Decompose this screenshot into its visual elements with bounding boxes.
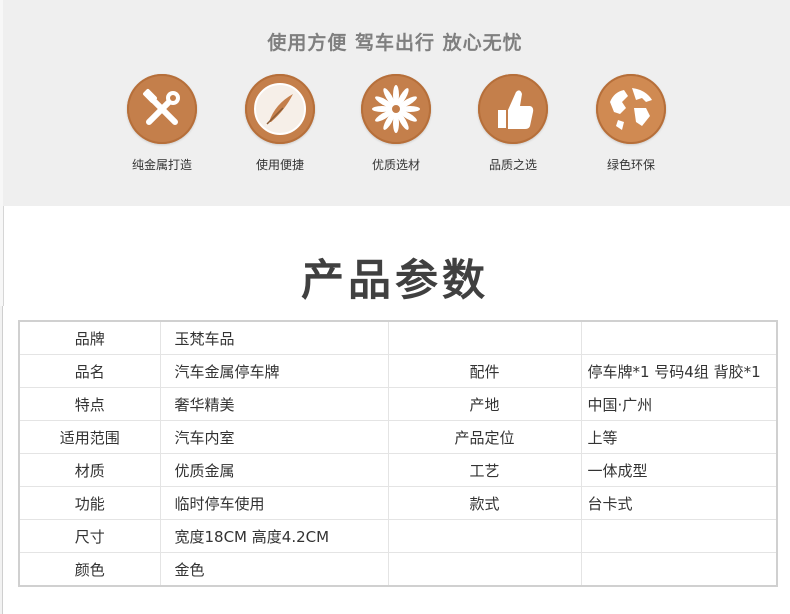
tools-icon [127, 74, 197, 144]
param-label-2: 款式 [387, 486, 582, 520]
table-row: 功能 临时停车使用 款式 台卡式 [18, 486, 778, 520]
param-label-2 [387, 320, 582, 355]
section-title: 产品参数 [301, 256, 489, 306]
feature-quality: 品质之选 [458, 74, 568, 173]
param-label: 材质 [18, 453, 161, 487]
param-value-2 [580, 552, 778, 587]
param-value-2: 中国·广州 [580, 387, 778, 421]
table-row: 尺寸 宽度18CM 高度4.2CM [18, 519, 778, 553]
globe-icon [596, 74, 666, 144]
feature-label-metal: 纯金属打造 [131, 158, 192, 172]
param-label-2 [387, 519, 582, 553]
param-value: 宽度18CM 高度4.2CM [159, 519, 389, 553]
table-row: 特点 奢华精美 产地 中国·广州 [18, 387, 778, 421]
table-row: 品名 汽车金属停车牌 配件 停车牌*1 号码4组 背胶*1 [18, 354, 778, 388]
param-label: 品名 [18, 354, 161, 388]
table-row: 品牌 玉梵车品 [18, 320, 778, 355]
param-label: 颜色 [18, 552, 161, 587]
param-label-2: 产品定位 [387, 420, 582, 454]
table-row: 适用范围 汽车内室 产品定位 上等 [18, 420, 778, 454]
feature-label-eco: 绿色环保 [606, 158, 655, 172]
param-label: 特点 [18, 387, 161, 421]
param-value-2 [580, 320, 778, 355]
param-value-2: 一体成型 [580, 453, 778, 487]
flower-icon [361, 74, 431, 144]
param-value: 奢华精美 [159, 387, 389, 421]
param-value-2: 停车牌*1 号码4组 背胶*1 [580, 354, 778, 388]
param-label: 尺寸 [18, 519, 161, 553]
param-value: 汽车金属停车牌 [159, 354, 389, 388]
param-value: 汽车内室 [159, 420, 389, 454]
thumbs-up-icon [478, 74, 548, 144]
feature-material: 优质选材 [341, 74, 451, 173]
param-label-2: 工艺 [387, 453, 582, 487]
param-label-2 [387, 552, 582, 587]
param-value: 优质金属 [159, 453, 389, 487]
product-parameter-table: 品牌 玉梵车品 品名 汽车金属停车牌 配件 停车牌*1 号码4组 背胶*1 特点 奢华精美 产地… [18, 320, 778, 587]
param-label: 功能 [18, 486, 161, 520]
table-row: 颜色 金色 [18, 552, 778, 587]
param-label: 品牌 [18, 320, 161, 355]
feature-label-material: 优质选材 [371, 158, 420, 172]
param-value: 临时停车使用 [159, 486, 389, 520]
param-value: 玉梵车品 [159, 320, 389, 355]
param-label: 适用范围 [18, 420, 161, 454]
param-value-2: 上等 [580, 420, 778, 454]
param-value-2 [580, 519, 778, 553]
feature-metal: 纯金属打造 [107, 74, 217, 173]
feature-convenient: 使用便捷 [225, 74, 335, 173]
feature-eco: 绿色环保 [576, 74, 686, 173]
feature-label-convenient: 使用便捷 [255, 158, 304, 172]
param-label-2: 产地 [387, 387, 582, 421]
param-label-2: 配件 [387, 354, 582, 388]
param-value-2: 台卡式 [580, 486, 778, 520]
param-value: 金色 [159, 552, 389, 587]
left-edge-divider-lower [0, 306, 3, 614]
feature-label-quality: 品质之选 [488, 158, 537, 172]
banner-slogan: 使用方便 驾车出行 放心无忧 [267, 32, 523, 54]
table-row: 材质 优质金属 工艺 一体成型 [18, 453, 778, 487]
feather-icon [245, 74, 315, 144]
